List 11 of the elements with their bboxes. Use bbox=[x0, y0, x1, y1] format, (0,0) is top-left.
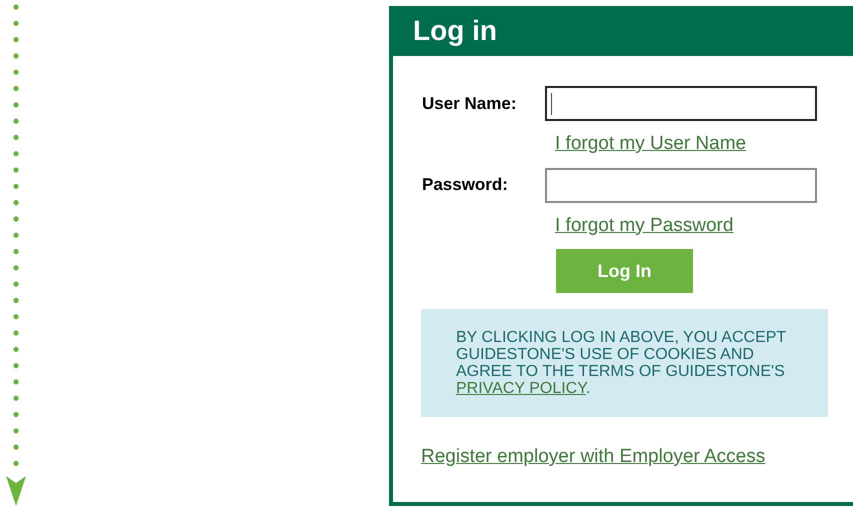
cookie-notice: BY CLICKING LOG IN ABOVE, YOU ACCEPT GUIDESTONE'S USE OF COOKIES AND AGREE TO THE TERMS OF GUIDESTONE'S PRIVACY POLICY. bbox=[421, 309, 828, 417]
panel-title: Log in bbox=[413, 17, 497, 45]
forgot-link[interactable]: I forgot my Password bbox=[555, 212, 734, 240]
username-field[interactable] bbox=[545, 86, 817, 121]
privacy-policy-link[interactable]: PRIVACY POLICY bbox=[456, 380, 586, 397]
text-cursor-icon bbox=[551, 92, 552, 114]
forgot-link[interactable]: I forgot my User Name bbox=[555, 130, 746, 158]
field-label: Password: bbox=[422, 174, 509, 196]
password-field[interactable] bbox=[545, 168, 817, 202]
field-label: User Name: bbox=[422, 92, 518, 115]
register-link[interactable]: Register employer with Employer Access bbox=[421, 443, 766, 472]
